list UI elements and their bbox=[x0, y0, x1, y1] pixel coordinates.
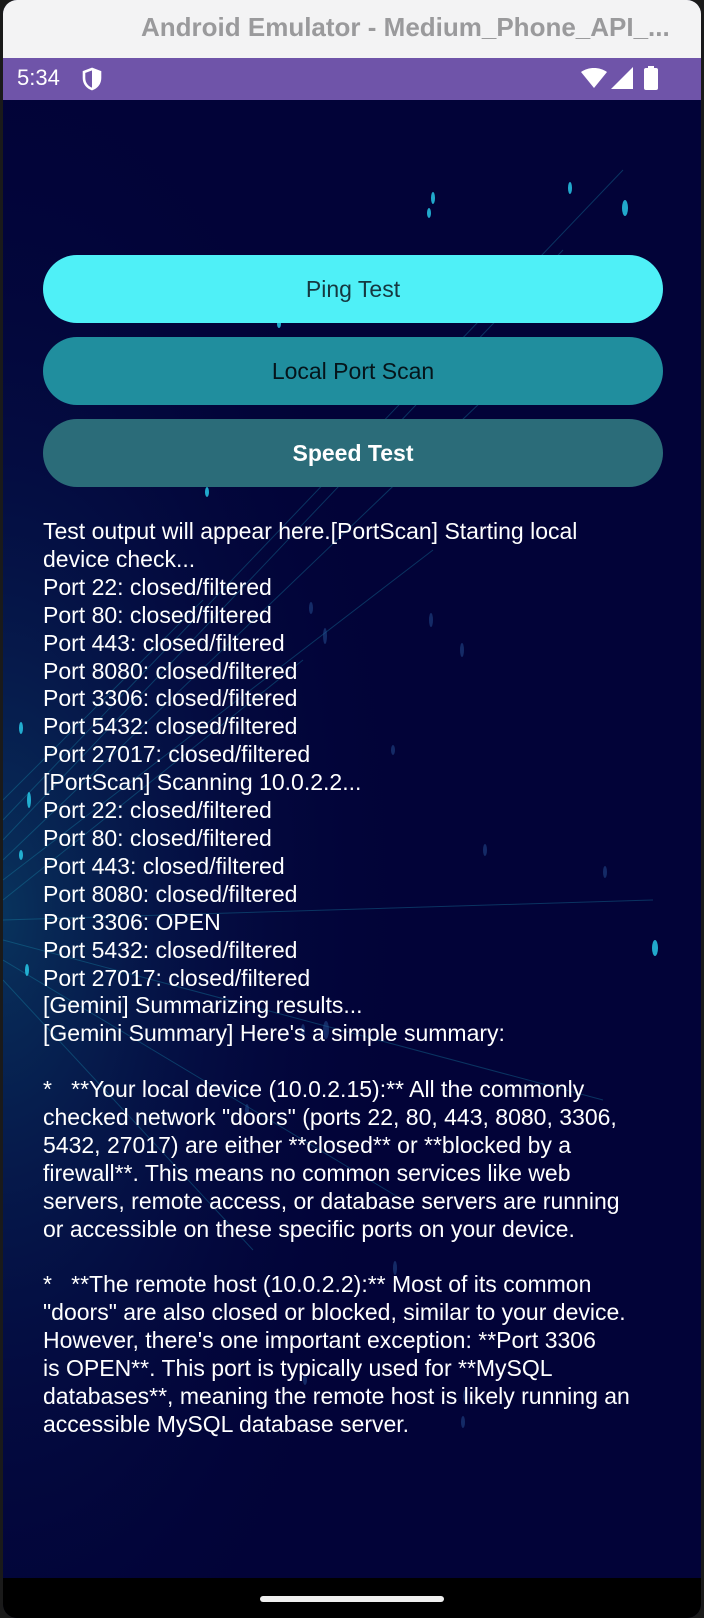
app-screen: Ping Test Local Port Scan Speed Test Tes… bbox=[3, 100, 701, 1578]
output-line: servers, remote access, or database serv… bbox=[43, 1187, 620, 1214]
window-titlebar[interactable]: Android Emulator - Medium_Phone_API_... bbox=[3, 0, 701, 59]
local-port-scan-button[interactable]: Local Port Scan bbox=[43, 337, 663, 405]
output-line: [PortScan] Scanning 10.0.2.2... bbox=[43, 769, 362, 796]
output-line: databases**, meaning the remote host is … bbox=[43, 1383, 630, 1410]
navigation-bar bbox=[3, 1578, 701, 1618]
home-gesture-handle[interactable] bbox=[260, 1596, 444, 1602]
output-line: Port 3306: OPEN bbox=[43, 908, 221, 935]
output-line: Port 443: closed/filtered bbox=[43, 629, 285, 656]
ping-test-button[interactable]: Ping Test bbox=[43, 255, 663, 323]
signal-icon bbox=[611, 67, 633, 89]
output-line: Port 8080: closed/filtered bbox=[43, 657, 298, 684]
output-line: Test output will appear here.[PortScan] … bbox=[43, 518, 578, 544]
output-line: Port 8080: closed/filtered bbox=[43, 880, 298, 907]
wifi-icon bbox=[581, 68, 607, 88]
output-line: [Gemini] Summarizing results... bbox=[43, 992, 363, 1019]
emulator-window: Android Emulator - Medium_Phone_API_... … bbox=[3, 0, 701, 1618]
output-line: accessible MySQL database server. bbox=[43, 1411, 410, 1437]
output-line: However, there's one important exception… bbox=[43, 1327, 596, 1354]
test-output-text: Test output will appear here.[PortScan] … bbox=[43, 518, 673, 1439]
output-line: firewall**. This means no common service… bbox=[43, 1159, 571, 1186]
output-line: Port 27017: closed/filtered bbox=[43, 741, 311, 768]
output-line: Port 5432: closed/filtered bbox=[43, 713, 298, 740]
output-line: Port 5432: closed/filtered bbox=[43, 936, 298, 963]
output-line: device check... bbox=[43, 545, 196, 572]
output-line: or accessible on these specific ports on… bbox=[43, 1215, 575, 1242]
output-line: 5432, 27017) are either **closed** or **… bbox=[43, 1131, 572, 1158]
output-line: Port 27017: closed/filtered bbox=[43, 964, 311, 991]
output-line: is OPEN**. This port is typically used f… bbox=[43, 1355, 553, 1382]
window-title: Android Emulator - Medium_Phone_API_... bbox=[141, 12, 670, 42]
status-time: 5:34 bbox=[17, 65, 60, 90]
output-line: Port 3306: closed/filtered bbox=[43, 685, 298, 712]
shield-icon bbox=[82, 67, 102, 91]
output-line: Port 80: closed/filtered bbox=[43, 601, 272, 628]
speed-test-button[interactable]: Speed Test bbox=[43, 419, 663, 487]
status-bar: 5:34 bbox=[3, 58, 701, 100]
output-line: Port 22: closed/filtered bbox=[43, 573, 272, 600]
battery-icon bbox=[644, 66, 658, 90]
output-line: Port 443: closed/filtered bbox=[43, 852, 285, 879]
output-line: "doors" are also closed or blocked, simi… bbox=[43, 1299, 626, 1326]
output-line: checked network "doors" (ports 22, 80, 4… bbox=[43, 1104, 617, 1131]
output-line: Port 80: closed/filtered bbox=[43, 824, 272, 851]
output-line: [Gemini Summary] Here's a simple summary… bbox=[43, 1020, 505, 1047]
output-line: Port 22: closed/filtered bbox=[43, 797, 272, 824]
output-line: * **Your local device (10.0.2.15):** All… bbox=[43, 1076, 585, 1103]
output-line: * **The remote host (10.0.2.2):** Most o… bbox=[43, 1271, 592, 1298]
